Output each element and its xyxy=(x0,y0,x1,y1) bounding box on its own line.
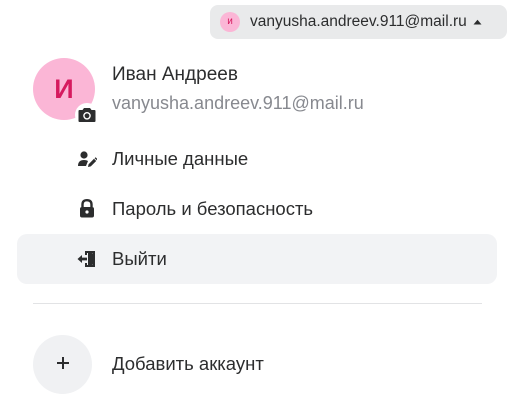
menu-item-logout[interactable]: Выйти xyxy=(17,234,497,284)
caret-up-icon xyxy=(473,17,483,27)
profile-email: vanyusha.andreev.911@mail.ru xyxy=(112,93,364,113)
account-menu: и vanyusha.andreev.911@mail.ru И Иван Ан… xyxy=(0,0,515,417)
chip-email: vanyusha.andreev.911@mail.ru xyxy=(250,13,467,30)
add-account-icon-circle[interactable] xyxy=(33,335,92,394)
chip-avatar: и xyxy=(220,12,240,32)
menu-item-label: Выйти xyxy=(112,248,167,269)
camera-icon[interactable] xyxy=(75,103,99,127)
profile-name: Иван Андреев xyxy=(112,64,238,85)
menu-item-personal-data[interactable]: Личные данные xyxy=(17,134,497,184)
lock-icon xyxy=(77,199,97,219)
menu-item-label: Пароль и безопасность xyxy=(112,198,314,219)
divider xyxy=(33,303,482,304)
add-account-label[interactable]: Добавить аккаунт xyxy=(112,353,264,375)
person-edit-icon xyxy=(77,149,97,169)
plus-icon xyxy=(56,356,69,374)
menu-item-label: Личные данные xyxy=(112,148,249,169)
menu-item-password-security[interactable]: Пароль и безопасность xyxy=(17,184,497,234)
logout-icon xyxy=(77,249,97,269)
account-switcher-button[interactable]: и vanyusha.andreev.911@mail.ru xyxy=(210,5,507,39)
